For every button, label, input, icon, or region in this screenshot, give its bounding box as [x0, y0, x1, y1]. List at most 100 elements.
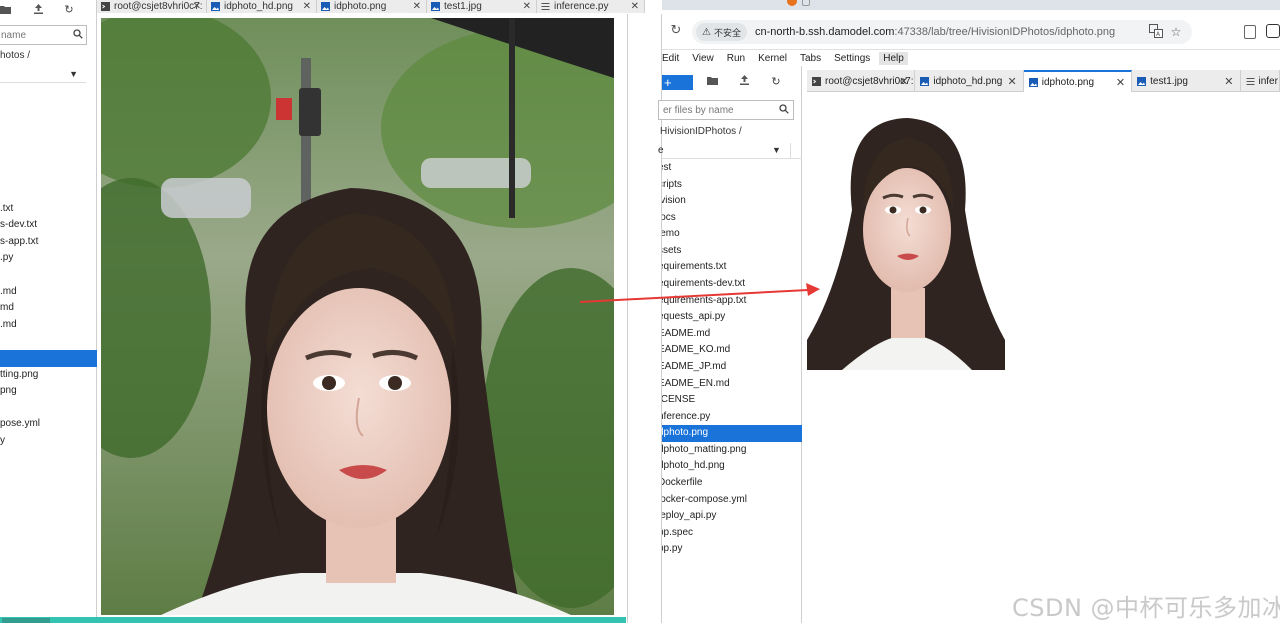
menu-run[interactable]: Run: [727, 53, 745, 64]
site-favicon-icon[interactable]: [787, 0, 797, 6]
file-row[interactable]: equests_api.py: [662, 309, 802, 326]
document-tab[interactable]: idphoto_hd.png ✕: [915, 70, 1024, 92]
menu-settings[interactable]: Settings: [834, 53, 870, 64]
file-row[interactable]: locker-compose.yml: [662, 492, 802, 509]
insecure-badge[interactable]: ⚠ 不安全: [696, 23, 747, 41]
close-icon[interactable]: ✕: [413, 1, 421, 12]
menu-tabs[interactable]: Tabs: [800, 53, 821, 64]
viewer-tab[interactable]: idphoto_hd.png ✕: [207, 0, 317, 13]
left-file-row[interactable]: s-dev.txt: [0, 217, 97, 234]
file-row[interactable]: Dockerfile: [662, 475, 802, 492]
left-file-row[interactable]: .py: [0, 250, 97, 267]
left-file-row[interactable]: [0, 184, 97, 201]
left-file-name: y: [0, 434, 5, 446]
viewer-tab-label: root@csjet8vhri0c7:: [114, 1, 203, 12]
reload-icon[interactable]: ↻: [668, 22, 684, 38]
document-tab[interactable]: idphoto.png ✕: [1023, 70, 1133, 92]
file-name: EADME_JP.md: [662, 360, 727, 372]
file-row[interactable]: nference.py: [662, 409, 802, 426]
file-row[interactable]: lemo: [662, 226, 802, 243]
left-file-row[interactable]: y: [0, 433, 97, 450]
file-row[interactable]: EADME_KO.md: [662, 342, 802, 359]
profile-icon[interactable]: [1266, 24, 1280, 38]
file-row[interactable]: dphoto_hd.png: [662, 458, 802, 475]
address-bar[interactable]: ⚠ 不安全 cn-north-b.ssh.damodel.com :47338/…: [692, 20, 1192, 44]
left-file-row[interactable]: s-app.txt: [0, 234, 97, 251]
listing-header[interactable]: e ▼: [658, 143, 802, 159]
sort-chevron-icon[interactable]: ▼: [772, 145, 781, 155]
image-file-icon: [1028, 77, 1042, 87]
python-file-icon: [1246, 77, 1259, 86]
close-icon[interactable]: ✕: [1008, 75, 1017, 88]
left-file-row[interactable]: [0, 267, 97, 284]
new-folder-icon[interactable]: [704, 74, 720, 90]
translate-icon[interactable]: A: [1148, 24, 1164, 40]
file-name: ivision: [662, 195, 686, 207]
file-row[interactable]: ICENSE: [662, 392, 802, 409]
file-name: est: [662, 162, 672, 173]
left-file-row[interactable]: pose.yml: [0, 416, 97, 433]
close-icon[interactable]: ✕: [631, 1, 639, 12]
name-column-header[interactable]: e: [658, 145, 664, 156]
folder-breadcrumb[interactable]: HivisionIDPhotos /: [660, 126, 742, 137]
left-file-row[interactable]: .md: [0, 317, 97, 334]
close-icon[interactable]: ✕: [1224, 75, 1233, 88]
left-file-filter[interactable]: name: [0, 25, 87, 45]
file-name: dphoto.png: [662, 427, 709, 439]
new-folder-icon[interactable]: [0, 1, 14, 17]
close-icon[interactable]: ✕: [303, 1, 311, 12]
file-row[interactable]: ssets: [662, 243, 802, 260]
url-host: cn-north-b.ssh.damodel.com: [754, 26, 895, 38]
file-row[interactable]: est: [662, 160, 802, 177]
left-file-row[interactable]: .md: [0, 284, 97, 301]
file-row[interactable]: pp.py: [662, 541, 802, 558]
file-row[interactable]: EADME_JP.md: [662, 359, 802, 376]
left-file-row[interactable]: [0, 349, 97, 367]
left-file-row[interactable]: md: [0, 300, 97, 317]
close-icon[interactable]: ✕: [523, 1, 531, 12]
viewer-tab[interactable]: idphoto.png ✕: [317, 0, 427, 13]
bookmark-star-icon[interactable]: ☆: [1168, 24, 1184, 40]
new-launcher-button[interactable]: +: [662, 75, 693, 90]
file-name: locs: [662, 211, 676, 223]
viewer-tab[interactable]: inference.py ✕: [537, 0, 645, 13]
document-tab[interactable]: test1.jpg ✕: [1132, 70, 1241, 92]
extension-icon[interactable]: [1244, 25, 1256, 39]
file-row[interactable]: dphoto.png: [662, 425, 802, 442]
file-row[interactable]: pp.spec: [662, 525, 802, 542]
file-row[interactable]: leploy_api.py: [662, 508, 802, 525]
left-file-row[interactable]: tting.png: [0, 367, 97, 384]
document-tab[interactable]: infer: [1241, 70, 1280, 92]
file-row[interactable]: ivision: [662, 193, 802, 210]
upload-icon[interactable]: [29, 1, 47, 17]
menu-help[interactable]: Help: [879, 51, 908, 65]
file-row[interactable]: dphoto_matting.png: [662, 442, 802, 459]
refresh-icon[interactable]: ↻: [768, 74, 784, 90]
left-file-row[interactable]: [0, 400, 97, 417]
close-icon[interactable]: ✕: [193, 1, 201, 12]
left-file-row[interactable]: png: [0, 383, 97, 400]
menu-view[interactable]: View: [692, 53, 714, 64]
file-row[interactable]: EADME_EN.md: [662, 376, 802, 393]
menu-edit[interactable]: Edit: [662, 53, 679, 64]
file-filter-input[interactable]: er files by name: [658, 100, 794, 120]
left-file-name: s-dev.txt: [0, 219, 38, 231]
file-row[interactable]: locs: [662, 210, 802, 227]
document-tab[interactable]: root@csjet8vhri0c7: ✕: [807, 70, 916, 92]
file-row[interactable]: cripts: [662, 177, 802, 194]
close-icon[interactable]: ✕: [1116, 76, 1125, 89]
left-listing-header[interactable]: ▼: [0, 67, 98, 83]
left-file-row[interactable]: .txt: [0, 201, 97, 218]
left-file-row[interactable]: [0, 333, 97, 350]
close-icon[interactable]: ✕: [899, 75, 908, 88]
upload-icon[interactable]: [736, 74, 752, 90]
file-row[interactable]: EADME.md: [662, 326, 802, 343]
document-tab-label: idphoto.png: [1041, 76, 1095, 88]
menu-kernel[interactable]: Kernel: [758, 53, 787, 64]
sort-chevron-icon[interactable]: ▼: [69, 69, 78, 79]
viewer-tab[interactable]: root@csjet8vhri0c7: ✕: [97, 0, 207, 13]
left-breadcrumb[interactable]: hotos /: [0, 50, 30, 61]
file-row[interactable]: equirements.txt: [662, 259, 802, 276]
refresh-icon[interactable]: ↻: [60, 1, 78, 17]
viewer-tab[interactable]: test1.jpg ✕: [427, 0, 537, 13]
